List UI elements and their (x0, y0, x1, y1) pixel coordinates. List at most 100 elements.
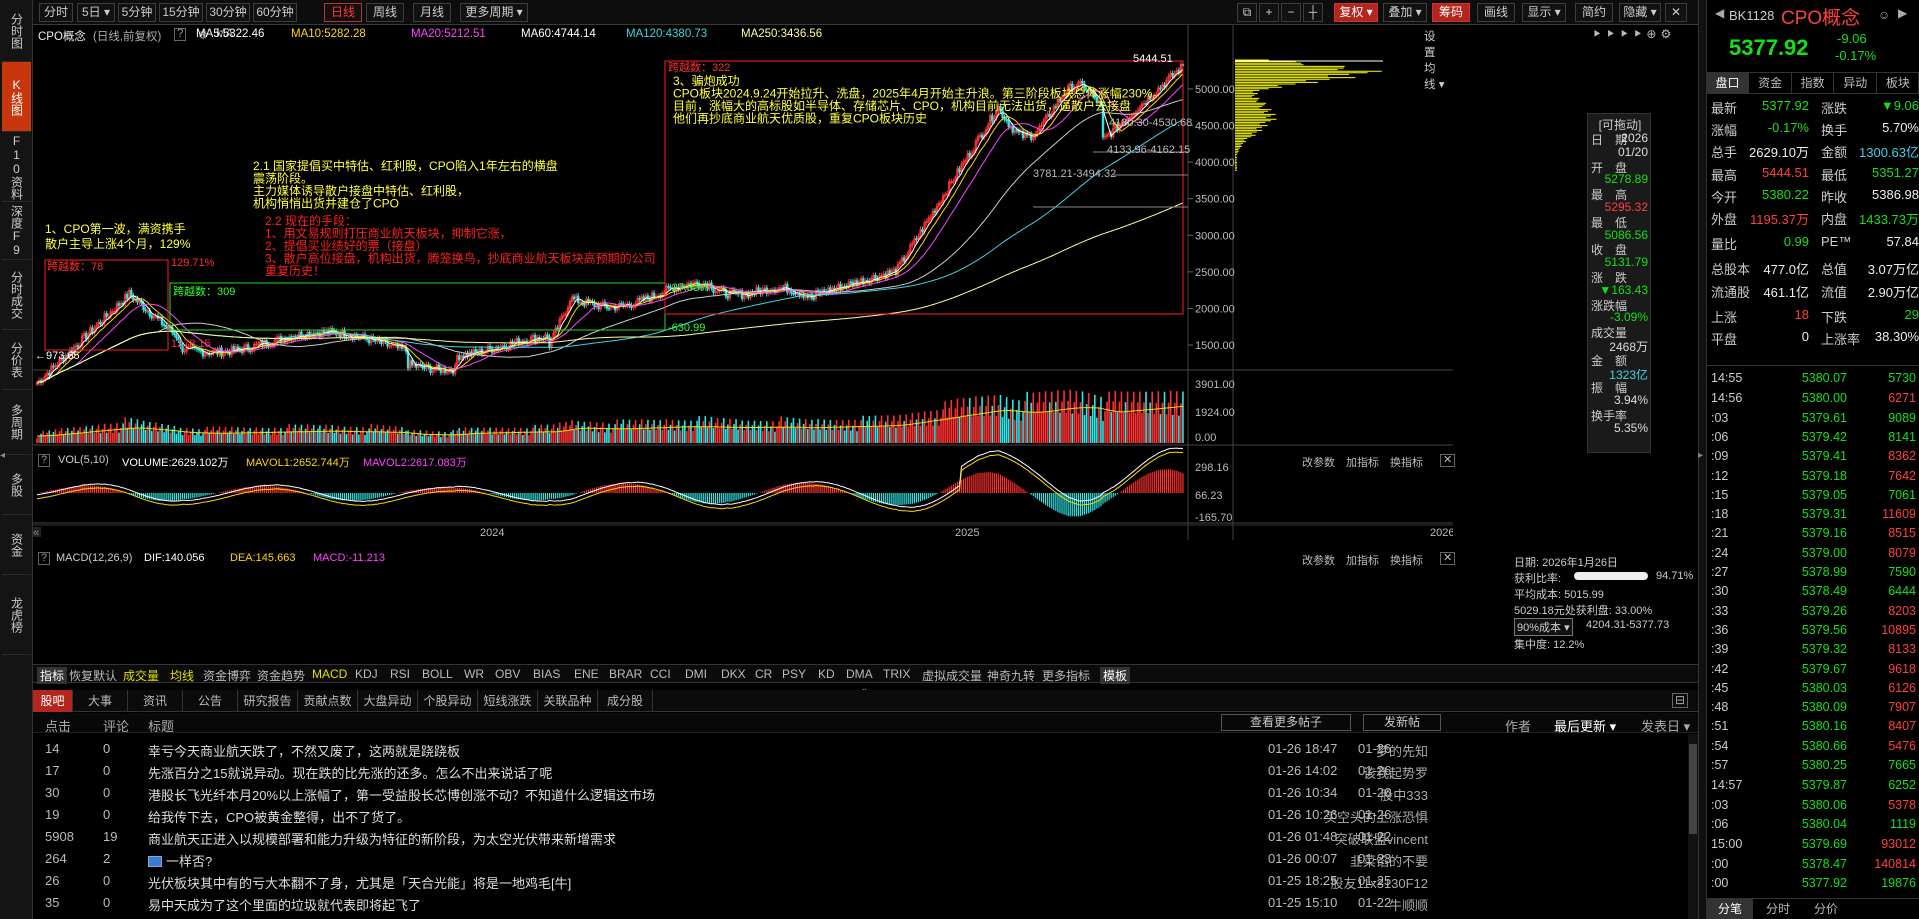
post-title-text[interactable]: 一样否? (166, 854, 212, 869)
period-button[interactable]: 60分钟 (253, 3, 297, 22)
splitter-arrow-icon[interactable]: ▸ (1698, 450, 1703, 461)
chart-nav-icons[interactable]: ⯈⯈⯈⯈⊕⚙ (1592, 27, 1675, 42)
post-row[interactable]: 35 0 易中天成为了这个里面的垃圾就代表即将起飞了 牛顺顺 01-25 15:10 01… (33, 892, 1688, 914)
info-tab[interactable]: 股吧 (33, 690, 73, 712)
left-rail-tab[interactable]: 分价表 (2, 330, 31, 390)
post-row[interactable]: 14 0 幸亏今天商业航天跌了，不然又废了，这两就是跷跷板 梦的先知 01-26 18:… (33, 738, 1688, 760)
left-rail-tab[interactable]: 深度F9 (2, 202, 31, 260)
post-title[interactable]: 光伏板块其中有的亏大本翻不了身，尤其是「天合光能」将是一地鸡毛[牛] (148, 873, 571, 892)
minus-icon[interactable]: − (1281, 3, 1301, 22)
vol-tools[interactable]: 改参数 加指标 换指标 (1302, 454, 1423, 470)
indicator-button[interactable]: KD (818, 667, 835, 681)
post-title-text[interactable]: 易中天成为了这个里面的垃圾就代表即将起飞了 (148, 898, 421, 913)
indicator-button[interactable]: BRAR (609, 667, 642, 681)
left-splitter-arrow-icon[interactable]: ◂ (0, 450, 5, 461)
indicator-button[interactable]: TRIX (883, 667, 910, 681)
new-post-button[interactable]: 发新帖 (1363, 714, 1441, 731)
quote-tab[interactable]: 板块 (1877, 73, 1919, 93)
chip-cost-select[interactable]: 90%成本 ▾ (1514, 618, 1573, 636)
col-author[interactable]: 作者 (1505, 716, 1531, 735)
period-button[interactable]: 周线 (366, 3, 404, 22)
back-icon[interactable]: ◀ (1715, 6, 1724, 20)
indicator-button[interactable]: OBV (495, 667, 520, 681)
post-row[interactable]: 30 0 港股长飞光纤本月20%以上涨幅了，第一受益股长芯博创涨不动？不知道什么逻辑… (33, 782, 1688, 804)
toolbar-button[interactable]: 显示 ▾ (1522, 3, 1566, 22)
left-rail-tab[interactable]: 资金 (2, 515, 31, 575)
left-rail-tab[interactable]: 多股 (2, 455, 31, 515)
period-button[interactable]: 月线 (413, 3, 451, 22)
left-rail-tab[interactable]: 多周期 (2, 390, 31, 455)
macd-close-icon[interactable]: ✕ (1440, 552, 1456, 565)
indicator-button[interactable]: DMA (846, 667, 873, 681)
indicator-button[interactable]: DKX (721, 667, 746, 681)
indicator-button[interactable]: 模板 (1100, 667, 1131, 684)
post-title-text[interactable]: 先涨百分之15就说异动。现在跌的比先涨的还多。怎么不出来说话了呢 (148, 766, 552, 781)
post-title[interactable]: 给我传下去，CPO被黄金整得，出不了货了。 (148, 807, 410, 826)
indicator-button[interactable]: WR (464, 667, 484, 681)
period-button[interactable]: 15分钟 (159, 3, 203, 22)
post-row[interactable]: 264 2 一样否? 韭菜馅的不要 01-26 00:07 01-23 (33, 848, 1688, 870)
quote-tab[interactable]: 资金 (1750, 73, 1792, 93)
macd-help-icon[interactable]: ? (38, 552, 51, 565)
info-tab[interactable]: 短线涨跌 (478, 690, 538, 712)
quote-tab[interactable]: 异动 (1835, 73, 1877, 93)
period-button[interactable]: 分时 (39, 3, 73, 22)
period-button[interactable]: 5分钟 (118, 3, 156, 22)
info-tab[interactable]: 大事 (73, 690, 128, 712)
post-title-text[interactable]: 光伏板块其中有的亏大本翻不了身，尤其是「天合光能」将是一地鸡毛[牛] (148, 876, 571, 891)
period-button[interactable]: 日线 (324, 3, 362, 22)
indicator-button[interactable]: 更多指标 (1042, 667, 1090, 684)
toolbar-button[interactable]: 画线 (1477, 3, 1515, 22)
indicator-button[interactable]: 资金趋势 (257, 667, 305, 684)
user-icon[interactable]: ☺ (1878, 8, 1890, 22)
forward-icon[interactable]: ▶ (1898, 6, 1907, 20)
trade-tab[interactable]: 分价 (1803, 899, 1849, 919)
col-comments[interactable]: 评论 (103, 716, 129, 735)
indicator-button[interactable]: CCI (650, 667, 671, 681)
quote-tab[interactable]: 盘口 (1707, 73, 1749, 93)
indicator-button[interactable]: KDJ (355, 667, 378, 681)
period-button[interactable]: 5日 ▾ (77, 3, 115, 22)
col-clicks[interactable]: 点击 (45, 716, 71, 735)
indicator-button[interactable]: BOLL (422, 667, 453, 681)
help-icon[interactable]: ? (174, 28, 187, 41)
vol-close-icon[interactable]: ✕ (1440, 454, 1456, 467)
post-title[interactable]: 港股长飞光纤本月20%以上涨幅了，第一受益股长芯博创涨不动？不知道什么逻辑这市场 (148, 785, 655, 804)
indicator-button[interactable]: DMI (685, 667, 707, 681)
indicator-button[interactable]: ENE (574, 667, 599, 681)
period-button[interactable]: 更多周期 ▾ (460, 3, 528, 22)
toolbar-button[interactable]: 隐藏 ▾ (1619, 3, 1661, 22)
post-title[interactable]: 易中天成为了这个里面的垃圾就代表即将起飞了 (148, 895, 421, 914)
layout-icon[interactable]: ⧉ (1237, 3, 1257, 22)
info-tab[interactable]: 资讯 (128, 690, 183, 712)
indicator-button[interactable]: BIAS (533, 667, 560, 681)
maximize-icon[interactable]: ⊟ (1672, 693, 1689, 708)
post-author[interactable]: 牛顺顺 (1389, 895, 1428, 914)
post-title-text[interactable]: 港股长飞光纤本月20%以上涨幅了，第一受益股长芯博创涨不动？不知道什么逻辑这市场 (148, 788, 655, 803)
info-tab[interactable]: 关联品种 (538, 690, 598, 712)
post-title[interactable]: 幸亏今天商业航天跌了，不然又废了，这两就是跷跷板 (148, 741, 460, 760)
info-tab[interactable]: 公告 (183, 690, 238, 712)
info-tab[interactable]: 研究报告 (238, 690, 298, 712)
macd-tools[interactable]: 改参数 加指标 换指标 (1302, 552, 1423, 568)
post-row[interactable]: 17 0 先涨百分之15就说异动。现在跌的比先涨的还多。怎么不出来说话了呢 该我起势罗… (33, 760, 1688, 782)
trade-tab[interactable]: 分笔 (1707, 899, 1753, 919)
post-title[interactable]: 先涨百分之15就说异动。现在跌的比先涨的还多。怎么不出来说话了呢 (148, 763, 552, 782)
crosshair-icon[interactable]: ┼ (1303, 3, 1323, 22)
post-title-text[interactable]: 幸亏今天商业航天跌了，不然又废了，这两就是跷跷板 (148, 744, 460, 759)
post-row[interactable]: 26 0 光伏板块其中有的亏大本翻不了身，尤其是「天合光能」将是一地鸡毛[牛] 股友1… (33, 870, 1688, 892)
indicator-button[interactable]: PSY (782, 667, 806, 681)
toolbar-button[interactable]: 叠加 ▾ (1383, 3, 1427, 22)
left-rail-tab[interactable]: 龙虎榜 (2, 575, 31, 655)
more-posts-button[interactable]: 查看更多帖子 (1221, 714, 1351, 731)
indicator-button[interactable]: 资金博弈 (203, 667, 251, 684)
col-updated[interactable]: 最后更新 ▾ (1554, 716, 1616, 735)
indicator-button[interactable]: 神奇九转 (987, 667, 1035, 684)
indicator-button[interactable]: 均线 (170, 667, 194, 684)
kline-info-panel[interactable]: [可拖动] 日 期 2026 01/20 开 盘 5278.89 最 高 5295.32 最 低… (1587, 113, 1651, 453)
trade-tab[interactable]: 分时 (1755, 899, 1801, 919)
post-row[interactable]: 5908 19 商业航天正进入以规模部署和能力升级为特征的新阶段，为太空光伏带来新增… (33, 826, 1688, 848)
indicator-button[interactable]: 成交量 (123, 667, 159, 684)
quote-tab[interactable]: 指数 (1792, 73, 1835, 93)
kline-chart[interactable]: 5000.00 4500.00 4000.00 3500.00 3000.00 2500.… (33, 25, 1453, 665)
